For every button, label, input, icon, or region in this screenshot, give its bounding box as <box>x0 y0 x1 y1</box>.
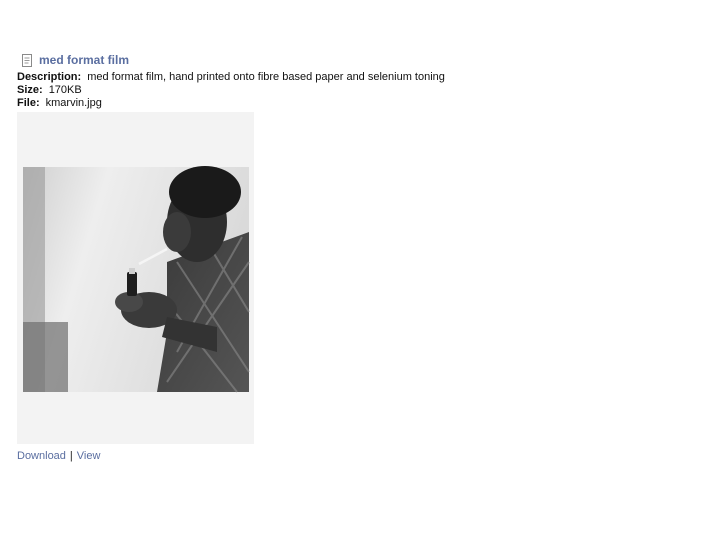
size-label: Size: <box>17 84 43 96</box>
description-label: Description: <box>17 71 82 83</box>
attachment-meta: Description: med format film, hand printe… <box>17 71 445 110</box>
attachment-title-link[interactable]: med format film <box>39 53 129 67</box>
download-link[interactable]: Download <box>17 450 66 462</box>
description-row: Description: med format film, hand printe… <box>17 71 445 84</box>
file-value: kmarvin.jpg <box>45 97 102 109</box>
description-value: med format film, hand printed onto fibre… <box>87 71 445 83</box>
size-value: 170KB <box>48 84 82 96</box>
document-icon <box>21 53 33 67</box>
link-separator: | <box>69 450 73 462</box>
file-row: File: kmarvin.jpg <box>17 97 445 110</box>
view-link[interactable]: View <box>77 450 101 462</box>
attachment-links: Download | View <box>17 450 100 462</box>
file-label: File: <box>17 97 40 109</box>
size-row: Size: 170KB <box>17 84 445 97</box>
attachment-image[interactable] <box>17 112 254 444</box>
attachment-header: med format film <box>21 52 129 68</box>
